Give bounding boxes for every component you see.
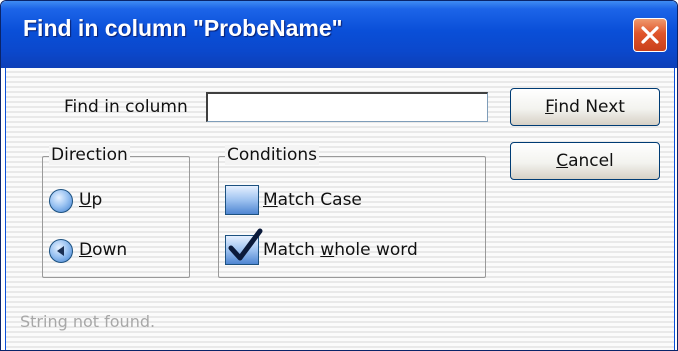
direction-group: Direction Up Down [42, 145, 190, 278]
match-case-mnemonic: M [263, 190, 278, 210]
cancel-label: ancel [568, 151, 614, 171]
find-next-mnemonic: F [545, 97, 554, 117]
find-text-input[interactable] [206, 92, 488, 122]
checkmark-icon [228, 228, 263, 261]
match-whole-word-checkbox[interactable] [225, 228, 263, 265]
close-x-icon [641, 26, 659, 44]
radio-up-text: p [91, 190, 103, 210]
match-case-checkbox[interactable] [225, 185, 259, 215]
radio-down-mnemonic: D [79, 240, 93, 260]
match-case-label[interactable]: Match Case [263, 190, 362, 210]
find-dialog-window: Find in column "ProbeName" Find in colum… [0, 0, 678, 351]
find-next-label: ind Next [553, 97, 625, 117]
title-bar[interactable]: Find in column "ProbeName" [1, 1, 677, 68]
radio-dot-icon [57, 246, 64, 256]
match-whole-word-label[interactable]: Match whole word [263, 240, 418, 260]
radio-down-label[interactable]: Down [79, 240, 127, 260]
match-case-text: atch Case [277, 190, 362, 210]
match-whole-word-prefix: Match [263, 240, 321, 260]
cancel-button[interactable]: Cancel [510, 142, 660, 180]
find-label: Find in column [64, 97, 188, 117]
match-whole-word-mnemonic: w [320, 240, 335, 260]
dialog-body: Find in column Find Next Cancel Directio… [5, 68, 675, 350]
status-message: String not found. [20, 312, 156, 331]
radio-up[interactable] [49, 189, 73, 213]
radio-down[interactable] [49, 239, 73, 263]
match-whole-word-text: hole word [334, 240, 418, 260]
window-title: Find in column "ProbeName" [23, 15, 343, 41]
radio-down-text: own [92, 240, 128, 260]
close-button[interactable] [633, 18, 667, 52]
conditions-group: Conditions Match Case Match whole word [218, 145, 486, 278]
find-next-button[interactable]: Find Next [510, 88, 660, 126]
radio-up-mnemonic: U [79, 190, 92, 210]
direction-legend: Direction [49, 145, 130, 165]
cancel-mnemonic: C [556, 151, 569, 171]
conditions-legend: Conditions [225, 145, 319, 165]
radio-up-label[interactable]: Up [79, 190, 102, 210]
